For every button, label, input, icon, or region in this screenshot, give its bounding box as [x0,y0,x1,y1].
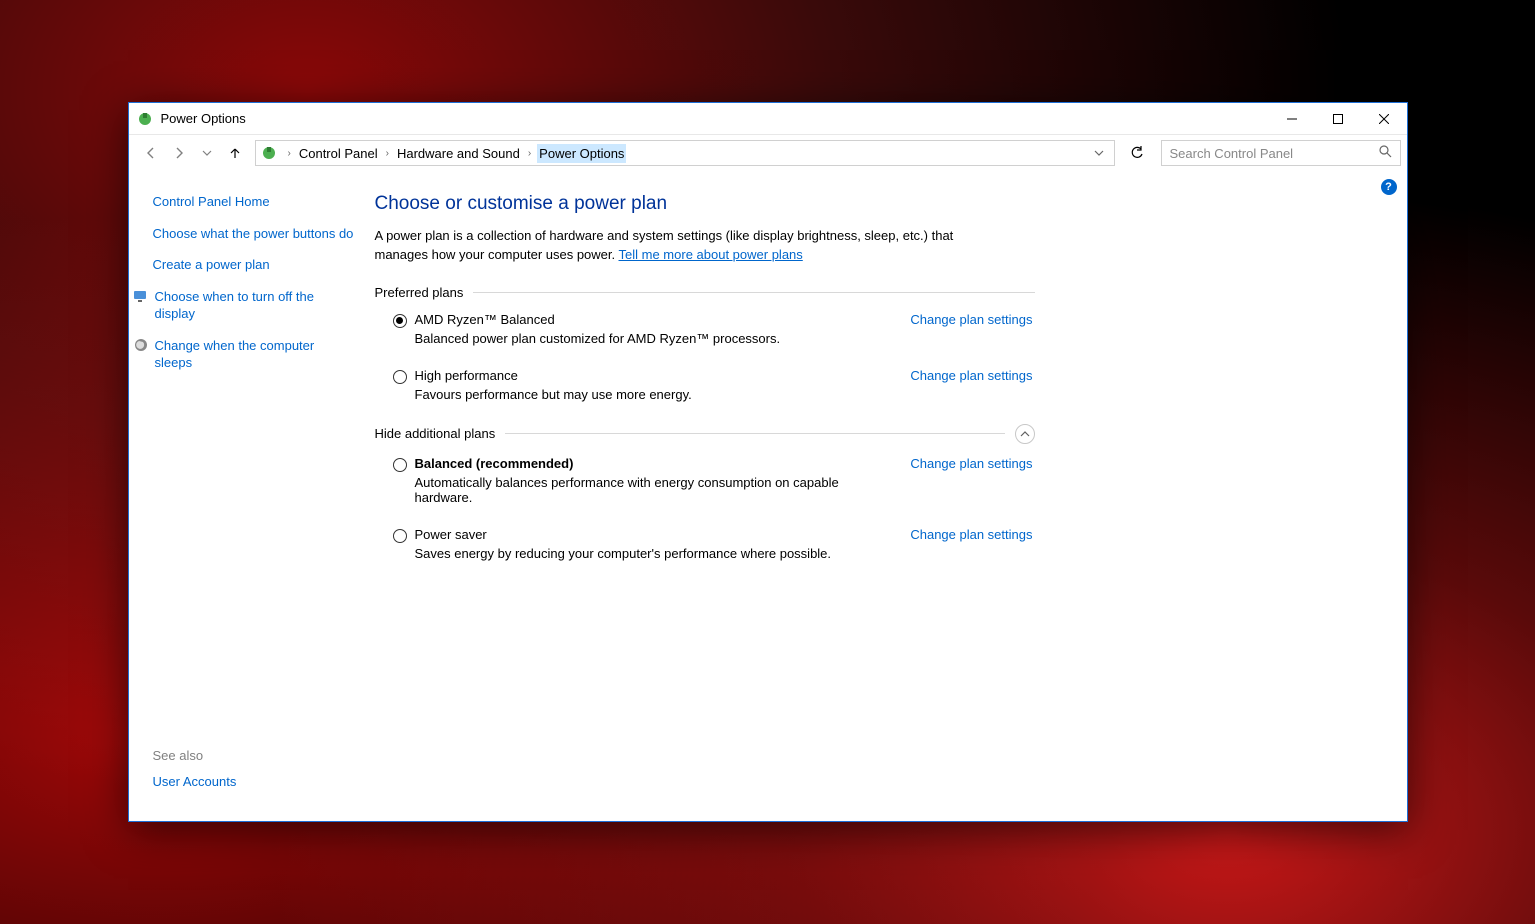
forward-button[interactable] [167,141,191,165]
sidebar-link[interactable]: Change when the computer sleeps [153,337,355,372]
power-plan-row: AMD Ryzen™ Balanced Balanced power plan c… [393,312,1033,346]
address-bar[interactable]: › Control Panel › Hardware and Sound › P… [255,140,1115,166]
change-plan-settings-link[interactable]: Change plan settings [910,456,1032,471]
close-button[interactable] [1361,103,1407,135]
refresh-button[interactable] [1123,141,1151,165]
search-input[interactable] [1170,146,1373,161]
control-panel-window: Power Options [128,102,1408,822]
section-label: Preferred plans [375,285,464,300]
plan-radio[interactable] [393,529,407,543]
titlebar: Power Options [129,103,1407,135]
see-also-heading: See also [153,748,355,763]
power-plan-row: High performance Favours performance but … [393,368,1033,402]
address-dropdown[interactable] [1088,146,1110,161]
chevron-right-icon: › [522,148,537,159]
breadcrumb-item[interactable]: Hardware and Sound [395,144,522,163]
plan-name[interactable]: High performance [415,368,891,383]
sidebar-see-also-link[interactable]: User Accounts [153,773,355,791]
body: ? Control Panel Home Choose what the pow… [129,171,1407,821]
sidebar: Control Panel Home Choose what the power… [129,171,369,821]
plan-description: Automatically balances performance with … [415,475,891,505]
plan-radio[interactable] [393,370,407,384]
search-icon [1379,145,1392,161]
power-plan-row: Power saver Saves energy by reducing your… [393,527,1033,561]
recent-dropdown[interactable] [195,141,219,165]
plan-name[interactable]: Balanced (recommended) [415,456,891,471]
divider [473,292,1034,293]
window-title: Power Options [161,111,246,126]
sidebar-link-label: Choose when to turn off the display [155,288,355,323]
page-heading: Choose or customise a power plan [375,193,1367,215]
display-icon [133,288,149,304]
breadcrumb-item[interactable]: Control Panel [297,144,380,163]
breadcrumb-item[interactable]: Power Options [537,144,626,163]
plan-radio[interactable] [393,314,407,328]
search-box[interactable] [1161,140,1401,166]
minimize-button[interactable] [1269,103,1315,135]
sidebar-link-label: Change when the computer sleeps [155,337,355,372]
back-button[interactable] [139,141,163,165]
battery-icon [260,144,278,162]
plan-radio[interactable] [393,458,407,472]
plan-description: Favours performance but may use more ene… [415,387,891,402]
intro-link[interactable]: Tell me more about power plans [619,247,803,262]
sidebar-link[interactable]: Choose what the power buttons do [153,225,355,243]
change-plan-settings-link[interactable]: Change plan settings [910,527,1032,542]
plan-description: Saves energy by reducing your computer's… [415,546,891,561]
change-plan-settings-link[interactable]: Change plan settings [910,312,1032,327]
plan-name[interactable]: Power saver [415,527,891,542]
section-label: Hide additional plans [375,426,496,441]
maximize-button[interactable] [1315,103,1361,135]
up-button[interactable] [223,141,247,165]
toolbar: › Control Panel › Hardware and Sound › P… [129,135,1407,171]
intro-text: A power plan is a collection of hardware… [375,227,985,265]
preferred-plans-heading: Preferred plans [375,285,1035,300]
power-plan-row: Balanced (recommended) Automatically bala… [393,456,1033,505]
sleep-icon [133,337,149,353]
chevron-right-icon: › [380,148,395,159]
power-options-icon [137,111,153,127]
hide-additional-heading[interactable]: Hide additional plans [375,424,1035,444]
main-content: Choose or customise a power plan A power… [369,171,1407,821]
sidebar-link[interactable]: Create a power plan [153,256,355,274]
plan-description: Balanced power plan customized for AMD R… [415,331,891,346]
sidebar-link[interactable]: Choose when to turn off the display [153,288,355,323]
window-controls [1269,103,1407,135]
sidebar-home-link[interactable]: Control Panel Home [153,193,355,211]
change-plan-settings-link[interactable]: Change plan settings [910,368,1032,383]
divider [505,433,1004,434]
chevron-up-icon[interactable] [1015,424,1035,444]
plan-name[interactable]: AMD Ryzen™ Balanced [415,312,891,327]
chevron-right-icon: › [282,148,297,159]
